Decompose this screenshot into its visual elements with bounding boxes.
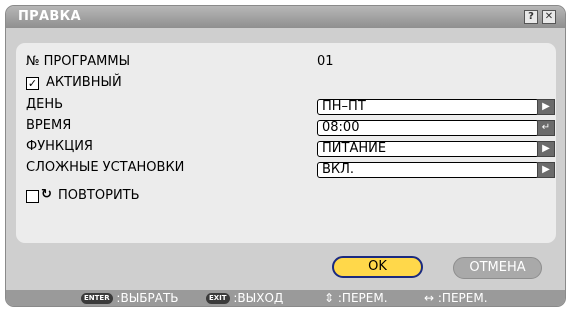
time-label: ВРЕМЯ <box>26 118 72 133</box>
up-down-arrow-icon: ⇕ <box>324 291 335 305</box>
function-label: ФУНКЦИЯ <box>26 139 93 154</box>
left-right-arrow-icon: ↔ <box>424 291 435 305</box>
enter-key-icon: ENTER <box>81 293 113 304</box>
cancel-button[interactable]: ОТМЕНА <box>453 257 542 279</box>
advanced-settings-value: ВКЛ. <box>322 162 355 177</box>
advanced-arrow-button[interactable]: ▶ <box>537 162 555 178</box>
repeat-checkbox[interactable] <box>26 190 39 203</box>
enter-return-icon: ↵ <box>541 122 551 133</box>
help-button[interactable]: ? <box>524 10 538 24</box>
dialog-title: ПРАВКА <box>18 9 81 24</box>
program-number-value: 01 <box>317 54 334 69</box>
settings-panel: № ПРОГРАММЫ 01 ✓ АКТИВНЫЙ ДЕНЬ ПН–ПТ ▶ В… <box>16 43 556 243</box>
active-label: АКТИВНЫЙ <box>46 75 122 90</box>
close-button[interactable]: ✕ <box>542 10 556 24</box>
exit-key-icon: EXIT <box>206 293 230 304</box>
exit-hint-text: :ВЫХОД <box>233 291 284 305</box>
repeat-label: ПОВТОРИТЬ <box>58 188 140 203</box>
day-arrow-button[interactable]: ▶ <box>537 99 555 115</box>
active-checkbox[interactable]: ✓ <box>26 77 39 90</box>
day-field[interactable]: ПН–ПТ <box>317 99 539 115</box>
function-field[interactable]: ПИТАНИЕ <box>317 141 539 157</box>
function-value: ПИТАНИЕ <box>322 141 387 156</box>
updown-hint: ⇕ :ПЕРЕМ. <box>324 291 388 305</box>
leftright-hint-text: :ПЕРЕМ. <box>437 291 488 305</box>
day-label: ДЕНЬ <box>26 97 64 112</box>
program-number-label: № ПРОГРАММЫ <box>26 54 131 69</box>
check-icon: ✓ <box>27 77 38 90</box>
day-value: ПН–ПТ <box>322 99 366 114</box>
play-right-icon: ▶ <box>542 101 550 112</box>
function-arrow-button[interactable]: ▶ <box>537 141 555 157</box>
time-value: 08:00 <box>322 120 360 135</box>
time-enter-button[interactable]: ↵ <box>537 120 555 136</box>
play-right-icon: ▶ <box>542 143 550 154</box>
ok-button[interactable]: OK <box>332 256 423 278</box>
time-field[interactable]: 08:00 <box>317 120 539 136</box>
enter-hint-text: :ВЫБРАТЬ <box>116 291 179 305</box>
repeat-icon: ↻ <box>41 187 52 202</box>
edit-dialog: ПРАВКА ? ✕ № ПРОГРАММЫ 01 ✓ АКТИВНЫЙ ДЕН… <box>5 5 566 307</box>
enter-hint: ENTER :ВЫБРАТЬ <box>81 291 179 305</box>
updown-hint-text: :ПЕРЕМ. <box>337 291 388 305</box>
play-right-icon: ▶ <box>542 164 550 175</box>
advanced-settings-field[interactable]: ВКЛ. <box>317 162 539 178</box>
leftright-hint: ↔ :ПЕРЕМ. <box>424 291 488 305</box>
advanced-settings-label: СЛОЖНЫЕ УСТАНОВКИ <box>26 160 185 175</box>
footer-hints: ENTER :ВЫБРАТЬ EXIT :ВЫХОД ⇕ :ПЕРЕМ. ↔ :… <box>6 290 565 306</box>
title-bar: ПРАВКА ? ✕ <box>6 6 565 28</box>
exit-hint: EXIT :ВЫХОД <box>206 291 283 305</box>
